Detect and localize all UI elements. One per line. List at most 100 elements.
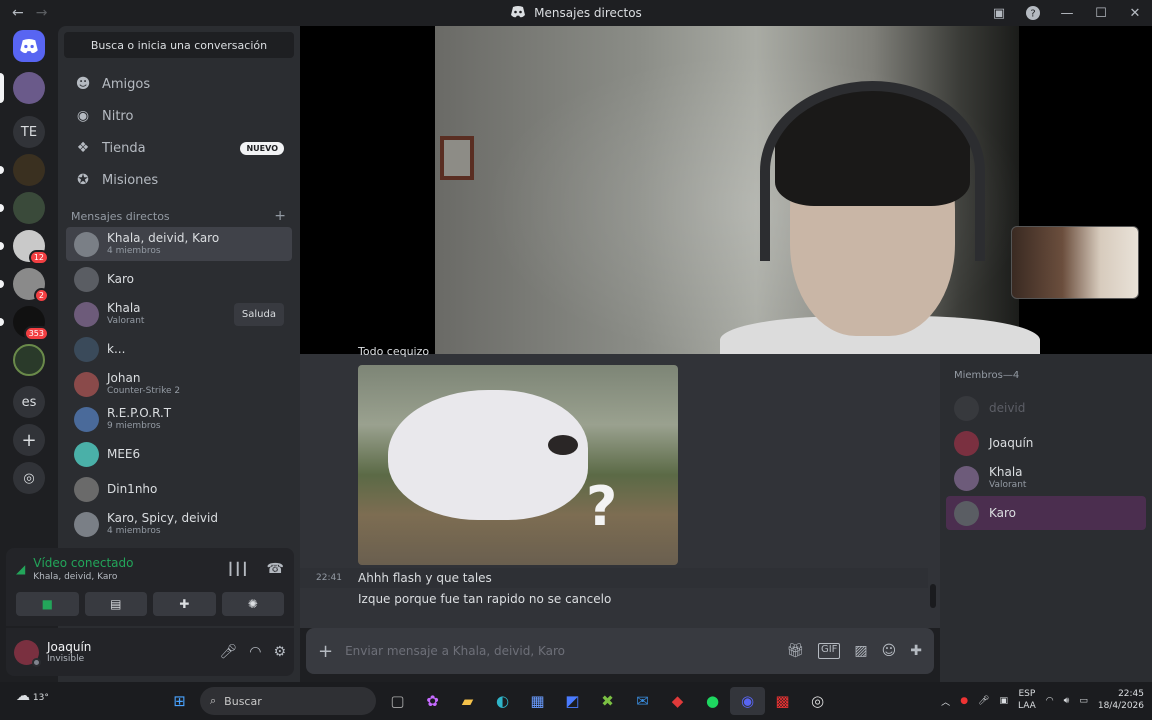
- store-icon[interactable]: ▦: [520, 687, 555, 715]
- add-attachment-icon[interactable]: +: [318, 641, 333, 662]
- noise-suppression-icon[interactable]: ┃┃┃: [227, 562, 249, 576]
- task-view-icon[interactable]: ▢: [380, 687, 415, 715]
- clock[interactable]: 22:45 18/4/2026: [1098, 689, 1144, 712]
- nav-amigos[interactable]: ☻ Amigos: [66, 68, 292, 100]
- dm-item[interactable]: R.E.P.O.R.T 9 miembros: [66, 402, 292, 436]
- user-panel: Joaquín Invisible 🎤︎ ◠ ⚙: [6, 628, 294, 676]
- riot-icon[interactable]: ◆: [660, 687, 695, 715]
- add-dm-icon[interactable]: +: [274, 208, 286, 224]
- start-button[interactable]: ⊞: [162, 687, 197, 715]
- video-stage[interactable]: [300, 26, 1152, 354]
- dm-name: Khala: [107, 301, 141, 316]
- avatar: [74, 511, 99, 537]
- screen-share-button[interactable]: ▤: [84, 592, 147, 616]
- battery-icon[interactable]: ▭: [1079, 696, 1088, 706]
- avatar: [74, 231, 99, 257]
- edge-icon[interactable]: ◐: [485, 687, 520, 715]
- minimize-icon[interactable]: —: [1050, 0, 1084, 26]
- back-arrow-icon[interactable]: ←: [12, 5, 24, 21]
- dm-item[interactable]: Khala Valorant Saluda: [66, 297, 292, 331]
- wifi-icon[interactable]: ◠: [1046, 696, 1054, 706]
- discord-taskbar-icon[interactable]: ◉: [730, 687, 765, 715]
- server-icon[interactable]: 2: [0, 268, 49, 303]
- chat-scrollbar[interactable]: [930, 584, 936, 608]
- camera-button[interactable]: ■: [16, 592, 79, 616]
- dm-item[interactable]: MEE6: [66, 437, 292, 471]
- gear-icon[interactable]: ⚙: [273, 644, 286, 660]
- taskbar-apps: ▢ ✿ ▰ ◐ ▦ ◩ ✖ ✉ ◆ ● ◉ ▩ ◎: [380, 687, 835, 715]
- message-input[interactable]: [345, 644, 775, 658]
- avatar[interactable]: [14, 639, 41, 667]
- discover-icon[interactable]: ◎: [13, 462, 45, 494]
- nav-tienda[interactable]: ❖ Tienda NUEVO: [66, 132, 292, 164]
- window-title-area: Mensajes directos: [0, 0, 1152, 26]
- activities-button[interactable]: ✚: [153, 592, 216, 616]
- nav-misiones[interactable]: ✪ Misiones: [66, 164, 292, 196]
- display-icon[interactable]: ▣: [999, 696, 1008, 706]
- server-icon[interactable]: TE: [13, 116, 45, 148]
- server-icon[interactable]: [13, 344, 45, 376]
- spotify-icon[interactable]: ●: [695, 687, 730, 715]
- file-explorer-icon[interactable]: ▰: [450, 687, 485, 715]
- apps-icon[interactable]: ✚: [910, 643, 922, 659]
- editor-icon[interactable]: ◩: [555, 687, 590, 715]
- dm-item[interactable]: Karo: [66, 262, 292, 296]
- conversation-search[interactable]: Busca o inicia una conversación: [64, 32, 294, 58]
- dm-item[interactable]: Johan Counter-Strike 2: [66, 367, 292, 401]
- headphones-icon[interactable]: ◠: [249, 644, 261, 660]
- outlook-icon[interactable]: ✉: [625, 687, 660, 715]
- message-row[interactable]: 22:41 Ahhh flash y que tales: [300, 568, 928, 588]
- server-icon[interactable]: 353: [0, 306, 49, 341]
- wave-button[interactable]: Saluda: [233, 302, 284, 326]
- language-indicator[interactable]: ESP LAA: [1018, 689, 1036, 712]
- gift-icon[interactable]: 🎁︎: [786, 643, 804, 659]
- disconnect-icon[interactable]: ☎: [267, 561, 284, 577]
- nav-nitro[interactable]: ◉ Nitro: [66, 100, 292, 132]
- microphone-tray-icon[interactable]: 🎤︎: [978, 696, 989, 706]
- gif-icon[interactable]: GIF: [817, 643, 841, 659]
- maximize-icon[interactable]: ☐: [1084, 0, 1118, 26]
- wall-frame: [440, 136, 474, 180]
- discord-home-button[interactable]: [13, 30, 45, 62]
- volume-icon[interactable]: 🔊︎: [1064, 696, 1070, 706]
- taskbar-search[interactable]: ⌕ Buscar: [200, 687, 376, 715]
- dm-item[interactable]: k...: [66, 332, 292, 366]
- microphone-icon[interactable]: 🎤︎: [219, 644, 237, 660]
- sticker-icon[interactable]: ▨: [854, 643, 867, 659]
- voice-controls: ■ ▤ ✚ ✺: [16, 592, 284, 616]
- help-icon[interactable]: ?: [1016, 0, 1050, 26]
- notification-icon[interactable]: ●: [960, 696, 968, 706]
- add-server-button[interactable]: +: [13, 424, 45, 456]
- dm-name: Karo: [107, 271, 135, 286]
- friends-icon: ☻: [75, 76, 91, 92]
- message-row[interactable]: Izque porque fue tan rapido no se cancel…: [300, 589, 928, 609]
- close-icon[interactable]: ✕: [1118, 0, 1152, 26]
- avatar: [954, 465, 979, 491]
- weather-widget[interactable]: ☁ 13°: [16, 688, 49, 704]
- dm-item[interactable]: Din1nho: [66, 472, 292, 506]
- copilot-icon[interactable]: ✿: [415, 687, 450, 715]
- chrome-icon[interactable]: ◎: [800, 687, 835, 715]
- dm-item[interactable]: Karo, Spicy, deivid 4 miembros: [66, 507, 292, 541]
- xbox-icon[interactable]: ✖: [590, 687, 625, 715]
- server-icon[interactable]: es: [13, 386, 45, 418]
- server-icon[interactable]: [0, 192, 45, 224]
- image-attachment[interactable]: ?: [358, 365, 678, 565]
- server-icon[interactable]: 12: [0, 230, 49, 265]
- game-app-icon[interactable]: ▩: [765, 687, 800, 715]
- member-item[interactable]: Karo: [946, 496, 1146, 530]
- self-video-preview[interactable]: [1011, 226, 1139, 299]
- server-icon[interactable]: [0, 72, 45, 104]
- member-item[interactable]: Khala Valorant: [946, 461, 1146, 495]
- emoji-icon[interactable]: ☺: [882, 643, 897, 659]
- server-icon[interactable]: [0, 154, 45, 186]
- dm-item[interactable]: Khala, deivid, Karo 4 miembros: [66, 227, 292, 261]
- inbox-icon[interactable]: ▣: [982, 0, 1016, 26]
- chevron-up-icon[interactable]: ︿: [941, 695, 950, 708]
- soundboard-button[interactable]: ✺: [221, 592, 284, 616]
- forward-arrow-icon[interactable]: →: [36, 5, 48, 21]
- user-name: Joaquín: [47, 640, 92, 654]
- member-item[interactable]: deivid: [946, 391, 1146, 425]
- voice-status[interactable]: Vídeo conectado: [33, 556, 219, 570]
- member-item[interactable]: Joaquín: [946, 426, 1146, 460]
